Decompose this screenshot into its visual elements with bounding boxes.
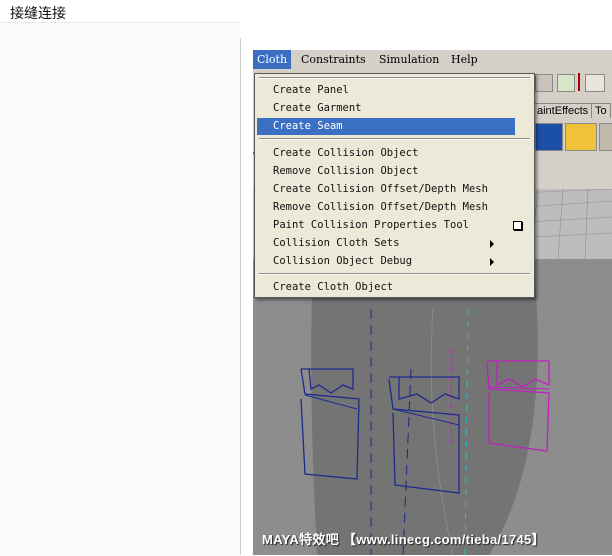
grid-icon[interactable] (585, 74, 605, 92)
menu-item-create-collision-offset-mesh[interactable]: Create Collision Offset/Depth Mesh (257, 181, 515, 198)
cloth-menu: Create Panel Create Garment Create Seam … (254, 73, 535, 298)
menu-item-paint-collision-properties[interactable]: Paint Collision Properties Tool (257, 217, 515, 234)
menu-item-create-collision-object[interactable]: Create Collision Object (257, 145, 515, 162)
shelf-tab-toon[interactable]: To (591, 103, 611, 118)
menu-item-remove-collision-object[interactable]: Remove Collision Object (257, 163, 515, 180)
menu-item-create-panel[interactable]: Create Panel (257, 82, 515, 99)
menubar: Cloth Constraints Simulation Help (253, 50, 612, 70)
panel-shelf-icon[interactable] (565, 123, 597, 151)
menu-item-collision-cloth-sets[interactable]: Collision Cloth Sets (257, 235, 515, 252)
menu-help[interactable]: Help (447, 50, 482, 69)
snap-icon[interactable] (535, 74, 553, 92)
divider-icon (578, 73, 580, 91)
submenu-arrow-icon (490, 258, 494, 266)
submenu-arrow-icon (490, 240, 494, 248)
menu-simulation[interactable]: Simulation (375, 50, 443, 69)
shelf-tab-painteffects[interactable]: aintEffects (533, 103, 593, 118)
page-title: 接缝连接 (10, 6, 66, 22)
cloth-shelf-icon[interactable] (535, 123, 563, 151)
menu-cloth[interactable]: Cloth (253, 50, 292, 69)
watermark: MAYA特效吧 【www.linecg.com/tieba/1745】 (262, 532, 545, 547)
tearoff-line[interactable] (259, 77, 530, 79)
menu-constraints[interactable]: Constraints (297, 50, 370, 69)
menu-item-create-garment[interactable]: Create Garment (257, 100, 515, 117)
menu-item-collision-object-debug[interactable]: Collision Object Debug (257, 253, 515, 270)
page-margin (0, 22, 240, 556)
more-shelf-icon[interactable] (599, 123, 612, 151)
select-icon[interactable] (557, 74, 575, 92)
menu-item-remove-collision-offset-mesh[interactable]: Remove Collision Offset/Depth Mesh (257, 199, 515, 216)
menu-item-create-seam[interactable]: Create Seam (257, 118, 515, 135)
menu-divider (259, 273, 530, 275)
menu-item-create-cloth-object[interactable]: Create Cloth Object (257, 279, 515, 296)
option-box-icon[interactable] (513, 221, 522, 230)
menu-divider (259, 138, 530, 140)
